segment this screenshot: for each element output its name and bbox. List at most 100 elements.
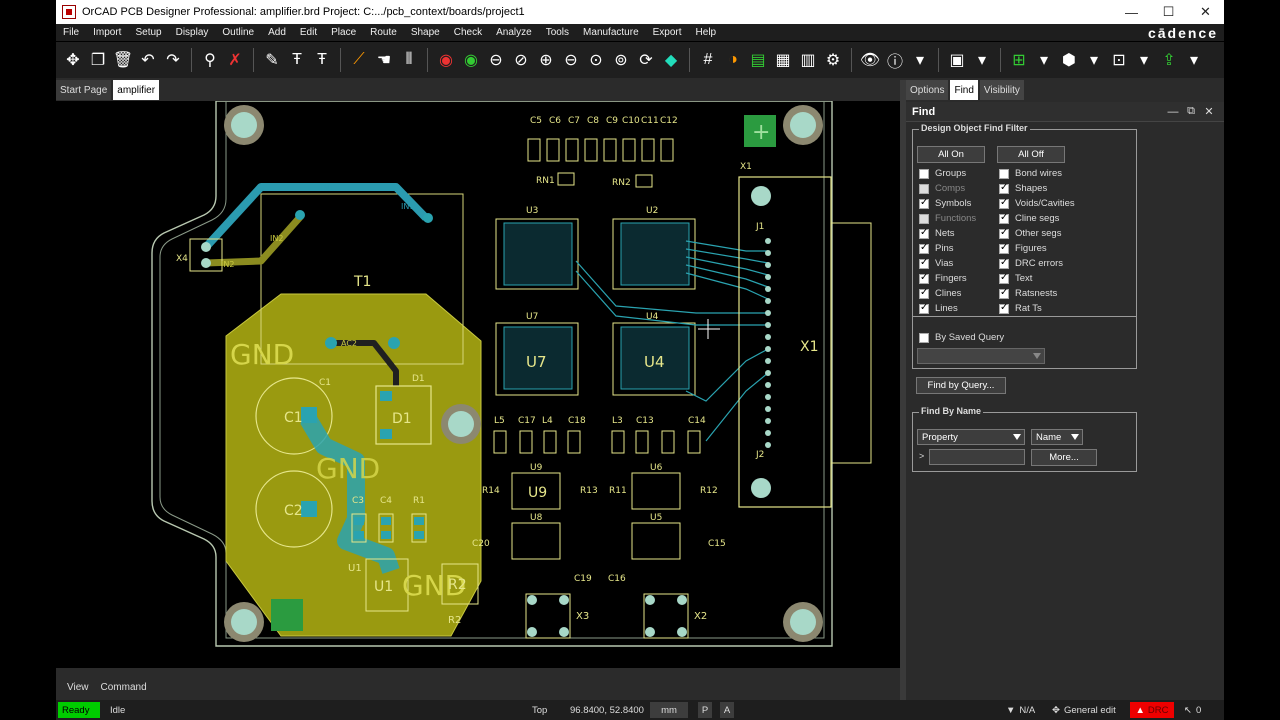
filter-ratsnests[interactable]: Ratsnests [999,286,1057,301]
drc-icon[interactable]: ◉ [435,49,457,71]
menu-import[interactable]: Import [86,27,128,38]
dropdown-icon[interactable]: ▾ [971,49,993,71]
status-a-button[interactable]: A [720,702,734,718]
filter-checkbox[interactable] [999,212,1009,224]
menu-check[interactable]: Check [447,27,489,38]
menu-export[interactable]: Export [646,27,689,38]
menu-analyze[interactable]: Analyze [489,27,539,38]
pcb-canvas[interactable]: + GND GND GND IN1 IN1 IN2 IN2 AC2 X4 X1 … [56,101,900,668]
tab-start-page[interactable]: Start Page [56,80,112,100]
status-filter[interactable]: ▼ N/A [1006,705,1035,716]
via-icon[interactable]: ⊡ [1108,49,1130,71]
3d-view-icon[interactable]: ◆ [660,49,682,71]
find-by-query-button[interactable]: Find by Query... [916,377,1006,394]
saved-query-checkbox[interactable] [919,332,929,343]
panel-float-icon[interactable]: ⧉ [1182,105,1200,118]
zoom-previous-icon[interactable]: ⊙ [585,49,607,71]
menu-manufacture[interactable]: Manufacture [576,27,646,38]
menu-display[interactable]: Display [169,27,216,38]
filter-rat-ts[interactable]: Rat Ts [999,301,1042,316]
filter-checkbox[interactable] [919,257,929,269]
find-name-input[interactable] [929,449,1025,465]
menu-file[interactable]: File [56,27,86,38]
panel-minimize-icon[interactable]: — [1164,106,1182,118]
color-icon[interactable]: ◑ [722,49,744,71]
tab-options[interactable]: Options [906,80,949,100]
delay-tune-icon[interactable]: ⫴ [398,49,420,71]
menu-place[interactable]: Place [324,27,363,38]
dropdown-icon[interactable]: ▾ [909,49,931,71]
property-select[interactable]: Property [917,429,1025,445]
close-button[interactable]: ✕ [1187,0,1224,24]
filter-checkbox[interactable] [919,272,929,284]
report-icon[interactable]: ▥ [797,49,819,71]
redraw-icon[interactable]: ⟳ [635,49,657,71]
dropdown-icon[interactable]: ▾ [1033,49,1055,71]
filter-checkbox[interactable] [999,257,1009,269]
place-manual-icon[interactable]: ▣ [946,49,968,71]
filter-checkbox[interactable] [919,213,929,224]
unpin-icon[interactable]: ✗ [224,49,246,71]
redo-icon[interactable]: ↷ [162,49,184,71]
filter-checkbox[interactable] [999,242,1009,254]
add-connect-icon[interactable]: ⟋ [348,49,370,71]
filter-nets[interactable]: Nets [919,226,955,241]
dropdown-icon[interactable]: ▾ [1133,49,1155,71]
add-line-icon[interactable]: ✎ [261,49,283,71]
filter-groups[interactable]: Groups [919,166,966,181]
zoom-out-icon[interactable]: ⊖ [560,49,582,71]
filter-checkbox[interactable] [999,302,1009,314]
copy-icon[interactable]: ❐ [87,49,109,71]
filter-checkbox[interactable] [999,168,1009,179]
minimize-button[interactable]: — [1113,0,1150,24]
filter-checkbox[interactable] [919,183,929,194]
panel-close-icon[interactable]: ✕ [1200,105,1218,118]
status-p-button[interactable]: P [698,702,712,718]
filter-fingers[interactable]: Fingers [919,271,967,286]
filter-checkbox[interactable] [919,302,929,314]
sheet-icon[interactable]: ▦ [772,49,794,71]
zoom-in-icon[interactable]: ⊕ [535,49,557,71]
add-shape-icon[interactable]: ⊞ [1008,49,1030,71]
edit-text-icon[interactable]: Ŧ [311,49,333,71]
filter-shapes[interactable]: Shapes [999,181,1047,196]
export-icon[interactable]: ⇪ [1158,49,1180,71]
maximize-button[interactable]: ☐ [1150,0,1187,24]
shape-edit-icon[interactable]: ⬢ [1058,49,1080,71]
delete-icon[interactable]: 🗑 [112,49,134,71]
menu-tools[interactable]: Tools [539,27,576,38]
all-on-button[interactable]: All On [917,146,985,163]
status-mode[interactable]: ✥ General edit [1052,705,1116,716]
name-select[interactable]: Name [1031,429,1083,445]
show-element-icon[interactable]: ⓘ [884,49,906,71]
filter-checkbox[interactable] [919,168,929,179]
filter-drc-errors[interactable]: DRC errors [999,256,1063,271]
dropdown-icon[interactable]: ▾ [1183,49,1205,71]
filter-other-segs[interactable]: Other segs [999,226,1061,241]
filter-voids[interactable]: Voids/Cavities [999,196,1075,211]
tab-find[interactable]: Find [950,80,978,100]
filter-checkbox[interactable] [999,197,1009,209]
menu-setup[interactable]: Setup [128,27,168,38]
dropdown-icon[interactable]: ▾ [1083,49,1105,71]
tab-amplifier[interactable]: amplifier [113,80,160,100]
layers-icon[interactable]: ▤ [747,49,769,71]
filter-checkbox[interactable] [999,227,1009,239]
filter-clines[interactable]: Clines [919,286,961,301]
filter-cline-segs[interactable]: Cline segs [999,211,1059,226]
filter-figures[interactable]: Figures [999,241,1047,256]
filter-checkbox[interactable] [999,287,1009,299]
menu-route[interactable]: Route [363,27,404,38]
menu-add[interactable]: Add [261,27,293,38]
status-drc[interactable]: ▲ DRC [1130,702,1174,718]
all-off-button[interactable]: All Off [997,146,1065,163]
filter-bond-wires[interactable]: Bond wires [999,166,1062,181]
pin-icon[interactable]: ⚲ [199,49,221,71]
filter-checkbox[interactable] [919,287,929,299]
menu-help[interactable]: Help [689,27,724,38]
add-text-icon[interactable]: Ŧ [286,49,308,71]
menu-outline[interactable]: Outline [215,27,261,38]
tab-view[interactable]: View [62,682,94,693]
zoom-points-icon[interactable]: ◉ [460,49,482,71]
status-units[interactable]: mm [650,702,688,718]
